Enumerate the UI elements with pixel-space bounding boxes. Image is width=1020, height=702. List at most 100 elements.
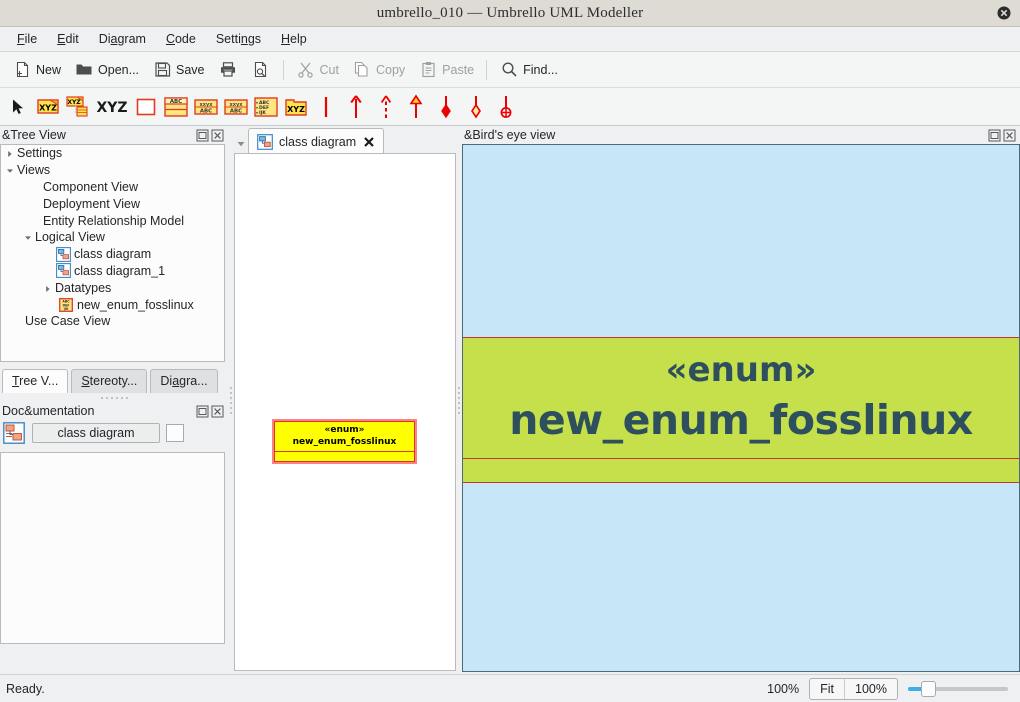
documentation-item-combo[interactable]: class diagram xyxy=(32,423,160,443)
dashed-arrow-tool[interactable] xyxy=(373,94,399,120)
clipboard-paste-icon xyxy=(418,60,438,80)
tree-view-panel: &Tree View Settings Views Component View… xyxy=(0,126,228,366)
tree-item-settings[interactable]: Settings xyxy=(1,145,224,162)
chevron-down-icon[interactable] xyxy=(5,165,15,175)
birds-eye-enum-literals-compartment xyxy=(463,459,1019,483)
zoom-percent-label: 100% xyxy=(767,681,800,696)
dock-splitter[interactable] xyxy=(0,394,228,401)
svg-text:ABC: ABC xyxy=(170,99,182,105)
tree-item-datatypes[interactable]: Datatypes xyxy=(1,279,224,296)
floppy-save-icon xyxy=(152,60,172,80)
tree-view-list[interactable]: Settings Views Component View Deployment… xyxy=(0,144,225,362)
zoom-fit-button[interactable]: Fit xyxy=(810,679,844,699)
empty-box-tool[interactable] xyxy=(133,94,159,120)
zoom-slider-handle[interactable] xyxy=(921,680,936,697)
close-panel-icon[interactable] xyxy=(1003,129,1016,142)
find-button-label: Find... xyxy=(523,62,558,77)
birds-eye-enum-widget[interactable]: «enum» new_enum_fosslinux xyxy=(463,337,1019,483)
zoom-100-button[interactable]: 100% xyxy=(845,679,897,699)
documentation-checkbox[interactable] xyxy=(166,424,184,442)
tree-dock-tabs: Tree V... Stereoty... Diagra... xyxy=(0,369,228,393)
copy-button-label: Copy xyxy=(375,62,406,77)
tree-item-use-case-view[interactable]: Use Case View xyxy=(1,313,224,330)
documentation-panel: Doc&umentation class diagram xyxy=(0,402,228,674)
tree-item-label: class diagram xyxy=(74,247,152,262)
select-pointer-tool[interactable] xyxy=(5,94,31,120)
composition-arrow-tool[interactable] xyxy=(433,94,459,120)
paste-button[interactable]: Paste xyxy=(412,57,480,83)
tab-class-diagram[interactable]: class diagram xyxy=(248,128,385,155)
svg-text:XYZ: XYZ xyxy=(39,103,57,112)
close-icon[interactable] xyxy=(996,5,1012,21)
birds-eye-view-canvas[interactable]: «enum» new_enum_fosslinux xyxy=(462,144,1020,672)
text-xyz-tool[interactable]: XYZ xyxy=(95,94,129,120)
tree-item-label: Views xyxy=(17,163,51,178)
tree-item-entity-relationship-model[interactable]: Entity Relationship Model xyxy=(1,212,224,229)
tab-diagrams[interactable]: Diagra... xyxy=(150,369,218,393)
tab-close-icon[interactable] xyxy=(362,135,375,148)
tab-stereotypes[interactable]: Stereoty... xyxy=(71,369,148,393)
enum-widget[interactable]: «enum» new_enum_fosslinux xyxy=(272,419,417,464)
documentation-textarea[interactable] xyxy=(0,452,225,644)
new-button[interactable]: New xyxy=(6,57,67,83)
chevron-down-icon[interactable] xyxy=(234,126,248,154)
printer-icon xyxy=(218,60,238,80)
xyz-abc-tool[interactable]: xxyx ABC xyxy=(193,94,219,120)
save-button[interactable]: Save xyxy=(146,57,211,83)
cut-button-label: Cut xyxy=(319,62,339,77)
menu-code[interactable]: Code xyxy=(157,30,205,49)
print-preview-button[interactable] xyxy=(245,57,277,83)
diagram-workspace: class diagram «enum» new_enum_fosslinux xyxy=(234,126,460,674)
svg-text:XYZ: XYZ xyxy=(96,100,127,116)
birds-eye-enum-name: new_enum_fosslinux xyxy=(509,396,973,444)
chevron-right-icon[interactable] xyxy=(43,283,53,293)
search-icon xyxy=(499,60,519,80)
tree-item-views[interactable]: Views xyxy=(1,162,224,179)
tree-item-class-diagram-1[interactable]: class diagram_1 xyxy=(1,263,224,280)
tree-item-deployment-view[interactable]: Deployment View xyxy=(1,195,224,212)
abc-class-tool[interactable]: ABC xyxy=(163,94,189,120)
generalization-arrow-tool[interactable] xyxy=(403,94,429,120)
aggregation-arrow-tool[interactable] xyxy=(463,94,489,120)
tree-item-label: new_enum_fosslinux xyxy=(77,297,194,312)
svg-text:XYZ: XYZ xyxy=(287,105,305,114)
scissors-icon xyxy=(296,60,316,80)
menu-edit[interactable]: Edit xyxy=(48,30,88,49)
xyz-abc-alt-tool[interactable]: xxyx ABC xyxy=(223,94,249,120)
chevron-right-icon[interactable] xyxy=(5,148,15,158)
tree-item-new-enum-fosslinux[interactable]: ABC DEF IJK new_enum_fosslinux xyxy=(1,296,224,313)
tree-item-class-diagram[interactable]: class diagram xyxy=(1,246,224,263)
menu-diagram[interactable]: Diagram xyxy=(90,30,155,49)
chevron-down-icon[interactable] xyxy=(23,232,33,242)
tree-item-component-view[interactable]: Component View xyxy=(1,179,224,196)
diagram-canvas[interactable]: «enum» new_enum_fosslinux xyxy=(234,153,456,671)
association-arrow-tool[interactable] xyxy=(343,94,369,120)
close-panel-icon[interactable] xyxy=(211,405,224,418)
status-message: Ready. xyxy=(6,681,45,696)
enum-abc-def-ijk-tool[interactable]: ABC DEF IJK xyxy=(253,94,279,120)
close-panel-icon[interactable] xyxy=(211,129,224,142)
open-button[interactable]: Open... xyxy=(68,57,145,83)
menu-help[interactable]: Help xyxy=(272,30,316,49)
zoom-slider[interactable] xyxy=(908,680,1008,698)
undock-icon[interactable] xyxy=(196,129,209,142)
print-button[interactable] xyxy=(212,57,244,83)
tree-item-logical-view[interactable]: Logical View xyxy=(1,229,224,246)
copy-pages-icon xyxy=(352,60,372,80)
enum-widget-selection-border: «enum» new_enum_fosslinux xyxy=(272,419,417,464)
tree-item-label: Settings xyxy=(17,146,63,161)
menu-file[interactable]: File xyxy=(8,30,46,49)
class-xyz-tool[interactable]: XYZ xyxy=(35,94,61,120)
containment-arrow-tool[interactable] xyxy=(493,94,519,120)
tab-tree-view[interactable]: Tree V... xyxy=(2,369,69,393)
class-with-note-tool[interactable]: XYZ xyxy=(65,94,91,120)
line-tool[interactable] xyxy=(313,94,339,120)
copy-button[interactable]: Copy xyxy=(346,57,411,83)
undock-icon[interactable] xyxy=(988,129,1001,142)
find-button[interactable]: Find... xyxy=(493,57,564,83)
undock-icon[interactable] xyxy=(196,405,209,418)
menu-settings[interactable]: Settings xyxy=(207,30,270,49)
package-xyz-tool[interactable]: XYZ xyxy=(283,94,309,120)
birds-eye-view-panel: &Bird's eye view «enum» new_enum_fosslin… xyxy=(462,126,1020,674)
cut-button[interactable]: Cut xyxy=(290,57,345,83)
